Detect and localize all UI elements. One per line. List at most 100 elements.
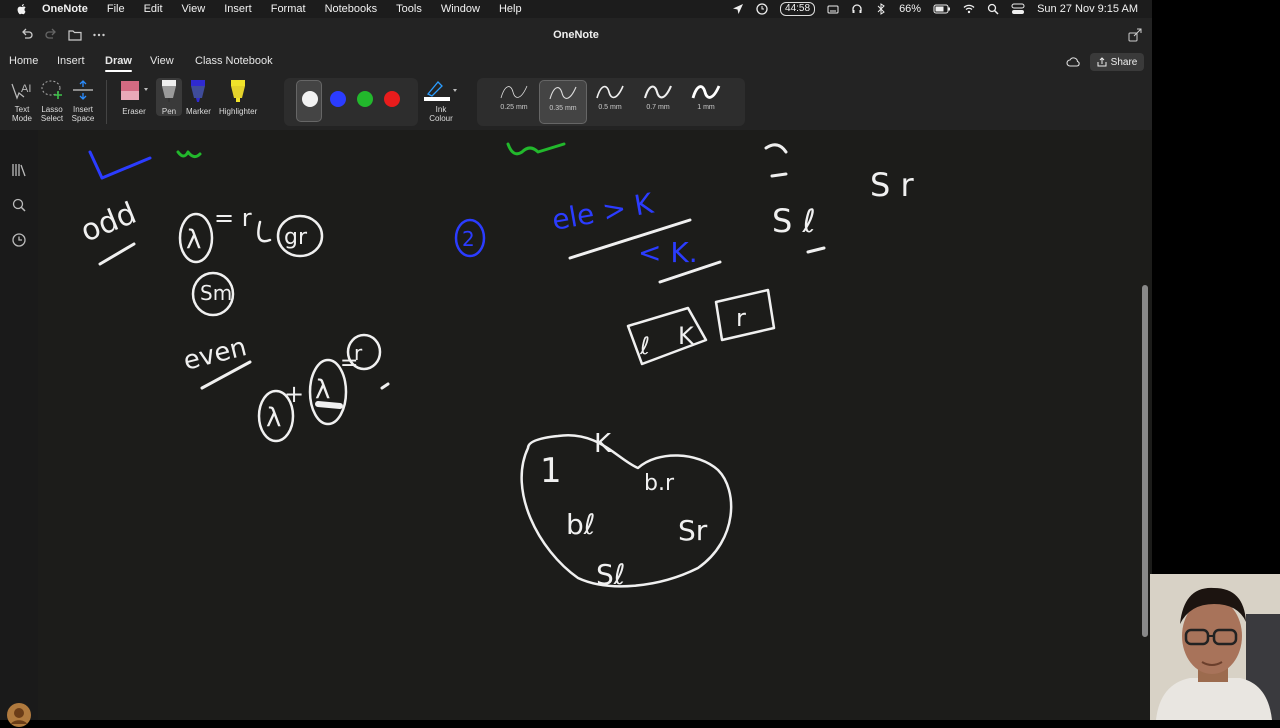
ink-sl: S ℓ [772,202,816,240]
tab-class-notebook[interactable]: Class Notebook [195,55,273,67]
recording-timer[interactable]: 44:58 [780,2,816,16]
ink-drawing[interactable]: odd λ = r gr Sm even λ + λ = r 2 ele > K… [38,130,1152,720]
control-center-icon[interactable] [1011,3,1025,15]
thickness-0-5[interactable]: 0.5 mm [587,80,633,122]
ink-colour-icon [424,81,457,101]
ink-blob-sr: Sr [678,514,708,547]
menu-notebooks[interactable]: Notebooks [325,3,378,15]
ink-colour-button[interactable]: Ink Colour [424,78,458,123]
tab-draw[interactable]: Draw [105,55,132,72]
thickness-label: 0.35 mm [549,105,577,112]
ink-r: r [354,341,363,365]
location-arrow-icon[interactable] [732,3,744,15]
share-icon [1097,57,1107,67]
text-mode-button[interactable]: AI Text Mode [9,78,35,123]
menu-help[interactable]: Help [499,3,522,15]
thickness-label: 0.25 mm [500,104,528,111]
pen-button[interactable]: Pen [156,78,182,116]
ink-blob-br: b.r [644,471,675,496]
ink-blob-1: 1 [540,451,562,491]
wifi-icon[interactable] [963,3,975,15]
pen-label: Pen [161,107,177,116]
cloud-sync-icon[interactable] [1066,56,1080,68]
marker-icon [191,80,206,102]
share-screen-icon[interactable] [1128,28,1142,42]
ink-gr: gr [284,225,308,250]
thickness-0-25[interactable]: 0.25 mm [491,80,537,122]
ink-colour-label: Ink Colour [429,105,453,123]
ink-plus: + [284,380,304,408]
stroke-sample-icon [549,86,577,100]
thickness-0-35[interactable]: 0.35 mm [539,80,587,124]
search-icon[interactable] [11,197,27,213]
lasso-select-button[interactable]: Lasso Select [39,78,65,123]
recent-notes-icon[interactable] [11,232,27,248]
ink-eq-r: = r [214,204,252,232]
menu-file[interactable]: File [107,3,125,15]
insert-space-icon [73,80,93,100]
vertical-scrollbar[interactable] [1142,285,1148,637]
color-swatch-red[interactable] [384,91,400,107]
menu-insert[interactable]: Insert [224,3,252,15]
ink-stroke [176,150,202,159]
ink-stroke [88,150,152,180]
webcam-overlay [1150,574,1280,720]
menu-format[interactable]: Format [271,3,306,15]
notebooks-icon[interactable] [11,162,27,178]
thickness-0-7[interactable]: 0.7 mm [635,80,681,122]
marker-label: Marker [186,107,211,116]
thickness-1[interactable]: 1 mm [683,80,729,122]
apple-icon[interactable] [16,3,28,15]
bluetooth-off-icon[interactable] [875,3,887,15]
keyboard-icon[interactable] [827,3,839,15]
menu-tools[interactable]: Tools [396,3,422,15]
battery-icon[interactable] [933,3,951,15]
ink-blob-k: K [594,429,612,459]
headphones-icon[interactable] [851,3,863,15]
color-swatch-green[interactable] [357,91,373,107]
ink-blob-sl: Sℓ [596,558,625,591]
stroke-sample-icon [691,85,721,99]
share-button[interactable]: Share [1090,53,1144,71]
menu-edit[interactable]: Edit [144,3,163,15]
ink-lt-k: < K. [638,236,698,269]
draw-ribbon: AI Text Mode Lasso Select Insert Space E… [0,74,1152,131]
ink-box-r: r [736,304,746,332]
ink-stroke [380,382,390,390]
clock[interactable]: Sun 27 Nov 9:15 AM [1037,3,1138,15]
account-avatar[interactable] [6,702,32,728]
spotlight-search-icon[interactable] [987,3,999,15]
app-menu-onenote[interactable]: OneNote [42,3,88,15]
ink-stroke [764,143,788,178]
highlighter-icon [231,80,246,102]
lasso-select-icon [41,80,62,99]
tab-home[interactable]: Home [9,55,38,67]
menu-view[interactable]: View [182,3,206,15]
ink-underline [806,246,826,254]
insert-space-label: Insert Space [71,105,95,123]
ribbon-divider [106,80,107,124]
marker-button[interactable]: Marker [186,78,211,116]
title-bar: OneNote [0,18,1152,52]
menu-window[interactable]: Window [441,3,480,15]
ink-lambda: λ [315,375,330,405]
screen-time-icon[interactable] [756,3,768,15]
tab-insert[interactable]: Insert [57,55,85,67]
eraser-button[interactable]: Eraser [119,78,149,116]
tab-view[interactable]: View [150,55,174,67]
color-swatch-white[interactable] [302,91,318,107]
ink-ele-gt-k: ele > K [549,187,656,237]
ribbon-tabs: Home Insert Draw View Class Notebook Sha… [0,52,1152,74]
note-canvas[interactable]: odd λ = r gr Sm even λ + λ = r 2 ele > K… [38,130,1152,720]
thickness-label: 1 mm [697,104,715,111]
ink-blob-bl: bℓ [566,508,595,541]
pen-color-palette [284,78,418,126]
ink-sm: Sm [200,281,232,305]
highlighter-button[interactable]: Highlighter [219,78,257,116]
ink-underline [98,242,136,266]
ink-lambda: λ [266,403,281,433]
insert-space-button[interactable]: Insert Space [70,78,96,123]
lasso-select-label: Lasso Select [40,105,64,123]
battery-percent[interactable]: 66% [899,3,921,15]
color-swatch-blue[interactable] [330,91,346,107]
